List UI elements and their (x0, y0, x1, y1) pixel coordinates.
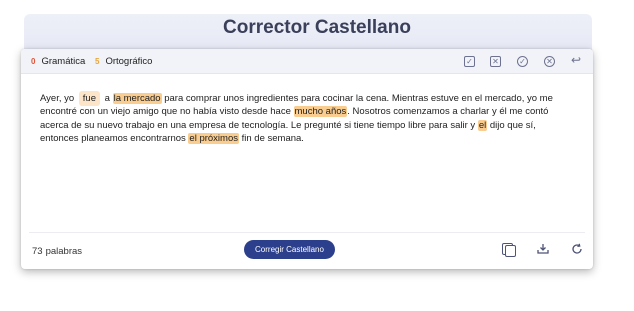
x-square-icon[interactable]: ✕ (490, 56, 501, 67)
text-segment: fin de semana. (241, 133, 304, 145)
text-segment: a (104, 93, 110, 104)
grammar-count: 0 (31, 57, 36, 66)
download-icon[interactable] (536, 242, 550, 256)
error-highlight[interactable]: fue (78, 91, 101, 106)
error-highlight[interactable]: el próximos (188, 133, 239, 145)
tab-spelling[interactable]: 5 Ortográfico (95, 56, 152, 67)
undo-icon[interactable]: ↩ (571, 53, 581, 67)
page-title: Corrector Castellano (223, 17, 411, 38)
fix-spanish-button[interactable]: Corregir Castellano (244, 240, 335, 259)
x-circle-icon[interactable]: ✕ (544, 56, 555, 67)
error-highlight[interactable]: la mercado (112, 93, 162, 104)
check-square-icon[interactable]: ✓ (464, 56, 475, 67)
text-segment: Ayer, yo (40, 93, 75, 104)
copy-icon[interactable] (501, 242, 516, 257)
editor-text[interactable]: Ayer, yo fue a la mercado para comprar u… (40, 91, 570, 146)
error-highlight[interactable]: mucho años (293, 106, 348, 118)
check-circle-icon[interactable]: ✓ (517, 56, 528, 67)
tab-grammar[interactable]: 0 Gramática (31, 56, 85, 67)
tab-spelling-label: Ortográfico (105, 56, 153, 67)
footer-divider (29, 232, 585, 233)
toolbar: 0 Gramática 5 Ortográfico ✓ ✕ ✓ ✕ ↩ (21, 49, 593, 74)
refresh-icon[interactable] (570, 242, 584, 256)
word-count-number: 73 (32, 246, 43, 257)
word-count-label: palabras (45, 246, 83, 257)
word-count: 73 palabras (32, 246, 85, 257)
error-highlight[interactable]: el (477, 119, 488, 131)
tab-grammar-label: Gramática (41, 56, 86, 67)
spelling-count: 5 (95, 57, 100, 66)
editor-card: 0 Gramática 5 Ortográfico ✓ ✕ ✓ ✕ ↩ Ayer… (21, 49, 593, 269)
